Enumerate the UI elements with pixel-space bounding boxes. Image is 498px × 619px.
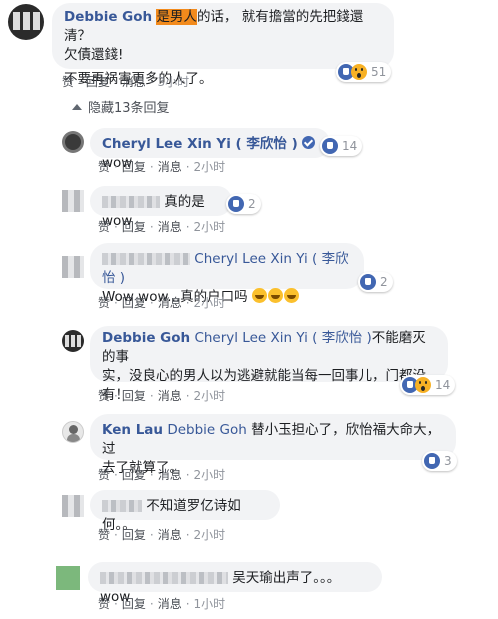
avatar[interactable] <box>56 566 80 590</box>
like-button[interactable]: 赞 <box>98 468 110 482</box>
timestamp[interactable]: 3小时 <box>158 75 190 89</box>
reply-button[interactable]: 回复 <box>122 468 146 482</box>
avatar[interactable] <box>62 330 84 352</box>
reaction-count: 14 <box>342 139 358 153</box>
hide-replies-link[interactable]: 隐藏13条回复 <box>72 97 170 116</box>
reply-button[interactable]: 回复 <box>122 160 146 174</box>
mention-link[interactable]: Debbie Goh <box>167 422 246 438</box>
collapse-arrow-icon <box>72 104 82 110</box>
like-reaction-icon <box>322 138 338 154</box>
reaction-count: 2 <box>248 197 256 211</box>
redacted-author <box>102 196 160 208</box>
avatar[interactable] <box>62 131 84 153</box>
redacted-author <box>102 500 142 512</box>
reaction-summary[interactable]: 14 <box>400 375 456 395</box>
redacted-author <box>100 572 228 584</box>
wow-reaction-icon <box>351 64 367 80</box>
grinning-emoji-icon <box>283 288 299 303</box>
like-button[interactable]: 赞 <box>62 75 74 89</box>
reply-button[interactable]: 回复 <box>122 597 146 611</box>
like-button[interactable]: 赞 <box>98 389 110 403</box>
reaction-count: 2 <box>380 275 388 289</box>
message-button[interactable]: 消息 <box>122 75 146 89</box>
comment-actions: 赞 · 回复 · 消息 · 2小时 <box>98 468 226 482</box>
avatar[interactable] <box>62 256 84 278</box>
message-button[interactable]: 消息 <box>158 160 182 174</box>
comment-bubble: 不知道罗亿诗如何。。 <box>90 490 280 533</box>
comment-actions: 赞 · 回复 · 消息 · 3小时 <box>62 75 190 89</box>
redacted-author <box>102 253 190 265</box>
comment-author[interactable]: Debbie Goh <box>102 330 190 346</box>
wow-reaction-icon <box>415 377 431 393</box>
comment-actions: 赞 · 回复 · 消息 · 2小时 <box>98 528 226 542</box>
like-button[interactable]: 赞 <box>98 528 110 542</box>
verified-badge-icon <box>302 136 316 149</box>
message-button[interactable]: 消息 <box>158 389 182 403</box>
timestamp[interactable]: 2小时 <box>194 220 226 234</box>
timestamp[interactable]: 2小时 <box>194 296 226 310</box>
hide-replies-label: 隐藏13条回复 <box>88 101 170 116</box>
comment-actions: 赞 · 回复 · 消息 · 2小时 <box>98 160 226 174</box>
timestamp[interactable]: 2小时 <box>194 389 226 403</box>
like-reaction-icon <box>424 453 440 469</box>
reaction-count: 51 <box>371 65 387 79</box>
reaction-count: 14 <box>435 378 451 392</box>
comment-bubble: Ken Lau Debbie Goh 替小玉担心了，欣怡福大命大，过 去了就算了… <box>90 414 456 476</box>
reaction-summary[interactable]: 2 <box>358 272 393 292</box>
comment-bubble: 吴天瑜出声了。。。wow <box>88 562 382 605</box>
timestamp[interactable]: 1小时 <box>194 597 226 611</box>
comment-bubble: Debbie Goh Cheryl Lee Xin Yi ( 李欣怡 )不能磨灭… <box>90 326 448 403</box>
grinning-emoji-icon <box>267 288 283 303</box>
reply-button[interactable]: 回复 <box>122 389 146 403</box>
like-reaction-icon <box>228 196 244 212</box>
mention-link[interactable]: Cheryl Lee Xin Yi ( 李欣怡 ) <box>194 330 371 346</box>
avatar[interactable] <box>62 421 84 443</box>
comment-text: 实，没良心的男人以为逃避就能当每一回事儿，门都没 <box>102 368 426 384</box>
avatar[interactable] <box>8 4 44 40</box>
comment-author[interactable]: Ken Lau <box>102 422 163 438</box>
comment-bubble: Cheryl Lee Xin Yi ( 李欣怡 ) Wow wow...真的户口… <box>90 243 364 305</box>
timestamp[interactable]: 2小时 <box>194 528 226 542</box>
reaction-summary[interactable]: 3 <box>422 451 457 471</box>
reply-button[interactable]: 回复 <box>122 220 146 234</box>
comment-author[interactable]: Debbie Goh <box>64 9 152 25</box>
reaction-summary[interactable]: 2 <box>226 194 261 214</box>
highlighted-text: 是男人 <box>156 9 197 25</box>
message-button[interactable]: 消息 <box>158 468 182 482</box>
message-button[interactable]: 消息 <box>158 220 182 234</box>
comment-actions: 赞 · 回复 · 消息 · 2小时 <box>98 389 226 403</box>
message-button[interactable]: 消息 <box>158 528 182 542</box>
reaction-count: 3 <box>444 454 452 468</box>
like-button[interactable]: 赞 <box>98 160 110 174</box>
timestamp[interactable]: 2小时 <box>194 160 226 174</box>
avatar[interactable] <box>62 495 84 517</box>
comment-bubble: Cheryl Lee Xin Yi ( 李欣怡 ) wow <box>90 128 330 171</box>
comment-text: 欠債還錢! <box>64 47 124 63</box>
reaction-summary[interactable]: 14 <box>320 136 363 156</box>
comment-actions: 赞 · 回复 · 消息 · 1小时 <box>98 597 226 611</box>
like-button[interactable]: 赞 <box>98 220 110 234</box>
comment-actions: 赞 · 回复 · 消息 · 2小时 <box>98 220 226 234</box>
like-button[interactable]: 赞 <box>98 597 110 611</box>
comment-bubble: Debbie Goh 是男人的话， 就有擔當的先把錢還清？ 欠債還錢! 不要再祸… <box>52 3 394 87</box>
reaction-summary[interactable]: 51 <box>336 62 392 82</box>
message-button[interactable]: 消息 <box>158 296 182 310</box>
like-reaction-icon <box>360 274 376 290</box>
reply-button[interactable]: 回复 <box>86 75 110 89</box>
like-button[interactable]: 赞 <box>98 296 110 310</box>
avatar[interactable] <box>62 190 84 212</box>
comment-bubble: 真的是wow <box>90 186 232 229</box>
comment-author[interactable]: Cheryl Lee Xin Yi ( 李欣怡 ) <box>102 136 298 152</box>
grinning-emoji-icon <box>251 288 267 303</box>
comment-actions: 赞 · 回复 · 消息 · 2小时 <box>98 296 226 310</box>
timestamp[interactable]: 2小时 <box>194 468 226 482</box>
reply-button[interactable]: 回复 <box>122 528 146 542</box>
reply-button[interactable]: 回复 <box>122 296 146 310</box>
message-button[interactable]: 消息 <box>158 597 182 611</box>
